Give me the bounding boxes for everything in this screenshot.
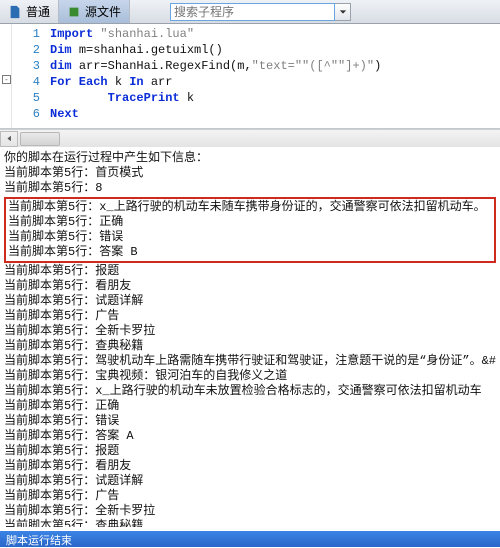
code-line[interactable]: dim arr=ShanHai.RegexFind(m,"text=""([^"…: [50, 58, 381, 74]
line-gutter: 123456: [12, 24, 46, 128]
source-icon: [67, 5, 81, 19]
output-line: 当前脚本第5行：报题: [4, 264, 496, 279]
output-line: 当前脚本第5行：看朋友: [4, 279, 496, 294]
highlight-box: 当前脚本第5行：x_上路行驶的机动车未随车携带身份证的，交通警察可依法扣留机动车…: [4, 197, 496, 263]
code-line[interactable]: TracePrint k: [50, 90, 381, 106]
output-line: 当前脚本第5行：x_上路行驶的机动车未放置检验合格标志的，交通警察可依法扣留机动…: [4, 384, 496, 399]
line-number: 1: [12, 26, 40, 42]
doc-icon: [8, 5, 22, 19]
tab-normal-label: 普通: [26, 3, 50, 20]
output-line: 你的脚本在运行过程中产生如下信息：: [4, 151, 496, 166]
output-line: 当前脚本第5行：广告: [4, 489, 496, 504]
output-line: 当前脚本第5行：看朋友: [4, 459, 496, 474]
output-pane[interactable]: 你的脚本在运行过程中产生如下信息：当前脚本第5行：首页模式当前脚本第5行：8 当前…: [0, 147, 500, 527]
code-body[interactable]: Import "shanhai.lua"Dim m=shanhai.getuix…: [46, 24, 381, 128]
output-line: 当前脚本第5行：试题详解: [4, 474, 496, 489]
code-line[interactable]: For Each k In arr: [50, 74, 381, 90]
code-line[interactable]: Dim m=shanhai.getuixml(): [50, 42, 381, 58]
line-number: 6: [12, 106, 40, 122]
output-line: 当前脚本第5行：驾驶机动车上路需随车携带行驶证和驾驶证，注意题干说的是“身份证”…: [4, 354, 496, 369]
search-input[interactable]: [170, 3, 335, 21]
tab-normal[interactable]: 普通: [0, 0, 59, 23]
output-line: 当前脚本第5行：宝典视频：银河泊车的自我修义之道: [4, 369, 496, 384]
triangle-left-icon: [6, 135, 13, 142]
line-number: 3: [12, 58, 40, 74]
output-line: 当前脚本第5行：全新卡罗拉: [4, 324, 496, 339]
toolbar: 普通 源文件: [0, 0, 500, 24]
output-line: 当前脚本第5行：首页模式: [4, 166, 496, 181]
tab-source-label: 源文件: [85, 3, 121, 20]
output-line: 当前脚本第5行：8: [4, 181, 496, 196]
scroll-left-button[interactable]: [0, 131, 18, 147]
code-editor[interactable]: - 123456 Import "shanhai.lua"Dim m=shanh…: [0, 24, 500, 129]
output-line: 当前脚本第5行：答案 B: [8, 245, 492, 260]
line-number: 2: [12, 42, 40, 58]
line-number: 5: [12, 90, 40, 106]
output-line: 当前脚本第5行：x_上路行驶的机动车未随车携带身份证的，交通警察可依法扣留机动车…: [8, 200, 492, 215]
output-line: 当前脚本第5行：试题详解: [4, 294, 496, 309]
scroll-thumb[interactable]: [20, 132, 60, 146]
output-line: 当前脚本第5行：错误: [8, 230, 492, 245]
output-line: 当前脚本第5行：答案 A: [4, 429, 496, 444]
output-line: 当前脚本第5行：正确: [8, 215, 492, 230]
code-line[interactable]: Import "shanhai.lua": [50, 26, 381, 42]
output-line: 当前脚本第5行：报题: [4, 444, 496, 459]
search-dropdown-button[interactable]: [335, 3, 351, 21]
status-text: 脚本运行结束: [6, 535, 72, 547]
output-line: 当前脚本第5行：查典秘籍: [4, 519, 496, 527]
line-number: 4: [12, 74, 40, 90]
output-line: 当前脚本第5行：错误: [4, 414, 496, 429]
code-line[interactable]: Next: [50, 106, 381, 122]
search-combo: [170, 0, 351, 23]
output-line: 当前脚本第5行：全新卡罗拉: [4, 504, 496, 519]
output-line: 当前脚本第5行：广告: [4, 309, 496, 324]
output-line: 当前脚本第5行：查典秘籍: [4, 339, 496, 354]
status-bar: 脚本运行结束: [0, 531, 500, 547]
tab-source[interactable]: 源文件: [59, 0, 130, 23]
chevron-down-icon: [339, 8, 347, 16]
fold-column: -: [0, 24, 12, 128]
fold-minus-icon[interactable]: -: [2, 75, 11, 84]
output-line: 当前脚本第5行：正确: [4, 399, 496, 414]
horizontal-scrollbar[interactable]: [0, 129, 500, 147]
